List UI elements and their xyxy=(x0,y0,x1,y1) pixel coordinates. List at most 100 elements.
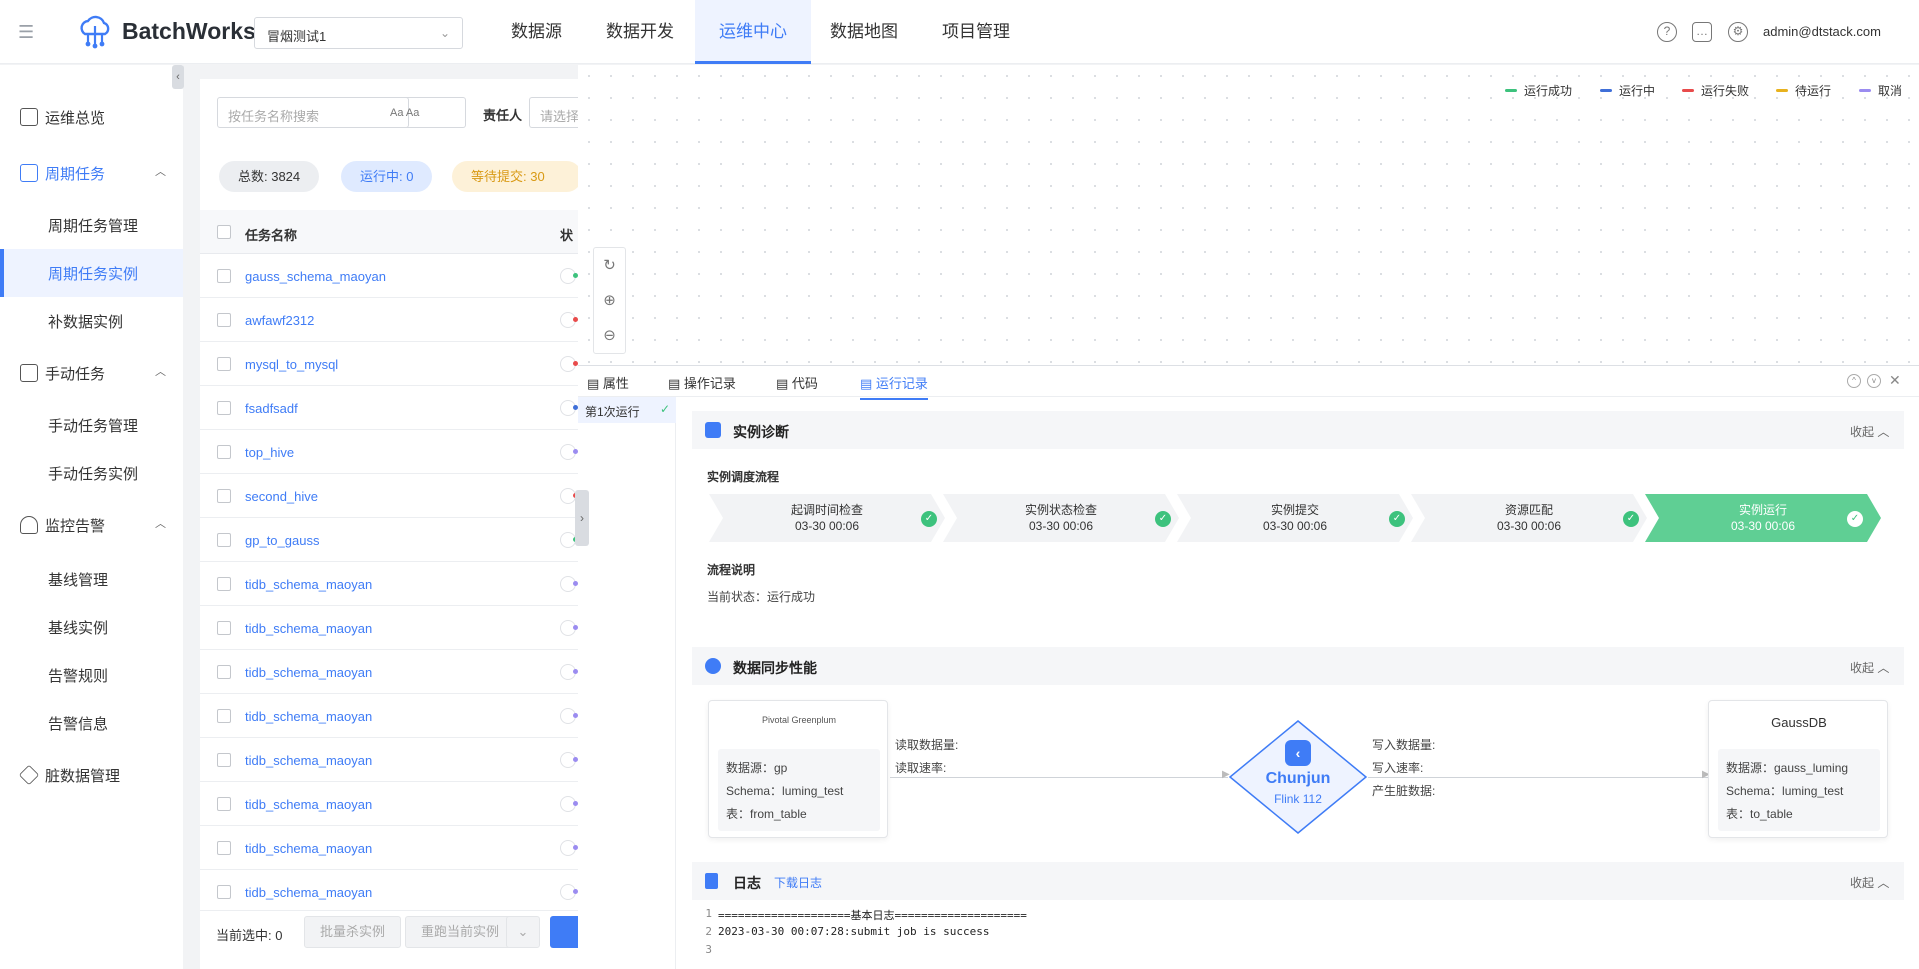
task-name-link[interactable]: tidb_schema_maoyan xyxy=(245,753,372,768)
case-option[interactable]: Aa xyxy=(406,107,419,119)
sidebar-item-alarm-info[interactable]: 告警信息 xyxy=(48,713,108,734)
table-row[interactable]: awfawf2312 xyxy=(200,298,580,342)
task-name-link[interactable]: gp_to_gauss xyxy=(245,533,319,548)
table-row[interactable]: tidb_schema_maoyan xyxy=(200,826,580,870)
sidebar-item-backfill-instance[interactable]: 补数据实例 xyxy=(48,311,123,332)
target-node[interactable]: GaussDB 数据源：gauss_luming Schema：luming_t… xyxy=(1708,700,1888,838)
table-row[interactable]: mysql_to_mysql xyxy=(200,342,580,386)
tab-run-records[interactable]: ▤ 运行记录 xyxy=(860,373,928,400)
batch-kill-button[interactable]: 批量杀实例 xyxy=(304,916,402,948)
row-checkbox[interactable] xyxy=(217,885,231,899)
table-row[interactable]: tidb_schema_maoyan xyxy=(200,562,580,606)
row-checkbox[interactable] xyxy=(217,445,231,459)
download-log-link[interactable]: 下载日志 xyxy=(774,874,822,891)
diagnosis-collapse[interactable]: 收起 ︿ xyxy=(1850,423,1889,440)
nav-datasource[interactable]: 数据源 xyxy=(487,0,586,64)
rerun-dropdown-icon[interactable]: ⌄ xyxy=(506,916,540,948)
sidebar-item-baseline-mgmt[interactable]: 基线管理 xyxy=(48,569,108,590)
table-row[interactable]: tidb_schema_maoyan xyxy=(200,606,580,650)
nav-ops-center[interactable]: 运维中心 xyxy=(695,0,811,64)
sidebar-item-periodic-mgmt[interactable]: 周期任务管理 xyxy=(48,215,138,236)
panel-drag-handle-icon[interactable]: › xyxy=(575,490,589,546)
refresh-icon[interactable]: ↻ xyxy=(594,248,625,283)
collapse-up-icon[interactable]: ^ xyxy=(1847,374,1861,388)
task-name-link[interactable]: tidb_schema_maoyan xyxy=(245,665,372,680)
row-checkbox[interactable] xyxy=(217,753,231,767)
sidebar-item-periodic-instance[interactable]: 周期任务实例 xyxy=(48,263,138,284)
sidebar-group-overview[interactable]: 运维总览 xyxy=(20,107,105,128)
task-name-link[interactable]: second_hive xyxy=(245,489,318,504)
table-row[interactable]: tidb_schema_maoyan xyxy=(200,782,580,826)
row-checkbox[interactable] xyxy=(217,269,231,283)
task-name-link[interactable]: mysql_to_mysql xyxy=(245,357,338,372)
task-name-link[interactable]: awfawf2312 xyxy=(245,313,314,328)
user-account[interactable]: admin@dtstack.com xyxy=(1763,24,1881,39)
sidebar-item-manual-instance[interactable]: 手动任务实例 xyxy=(48,463,138,484)
sidebar-group-dirty-data[interactable]: 脏数据管理 xyxy=(18,764,120,786)
row-checkbox[interactable] xyxy=(217,841,231,855)
table-row[interactable]: tidb_schema_maoyan xyxy=(200,738,580,782)
source-node[interactable]: Pivotal Greenplum 数据源：gp Schema：luming_t… xyxy=(708,700,888,838)
table-row[interactable]: gp_to_gauss xyxy=(200,518,580,562)
nav-data-map[interactable]: 数据地图 xyxy=(806,0,922,64)
table-row[interactable]: tidb_schema_maoyan xyxy=(200,650,580,694)
sync-collapse[interactable]: 收起 ︿ xyxy=(1850,659,1889,676)
zoom-out-icon[interactable]: ⊖ xyxy=(594,318,625,353)
sidebar-item-baseline-instance[interactable]: 基线实例 xyxy=(48,617,108,638)
log-collapse[interactable]: 收起 ︿ xyxy=(1850,874,1889,891)
stat-running[interactable]: 运行中: 0 xyxy=(341,161,433,192)
message-icon[interactable]: … xyxy=(1692,22,1712,42)
row-checkbox[interactable] xyxy=(217,489,231,503)
task-name-link[interactable]: tidb_schema_maoyan xyxy=(245,841,372,856)
row-checkbox[interactable] xyxy=(217,577,231,591)
row-checkbox[interactable] xyxy=(217,357,231,371)
sidebar-item-alarm-rules[interactable]: 告警规则 xyxy=(48,665,108,686)
row-checkbox[interactable] xyxy=(217,313,231,327)
dag-canvas[interactable] xyxy=(578,65,1919,365)
task-name-link[interactable]: gauss_schema_maoyan xyxy=(245,269,386,284)
log-viewer[interactable]: 1 ====================基本日志==============… xyxy=(692,903,1904,969)
search-input[interactable]: 按任务名称搜索 xyxy=(217,97,409,128)
sidebar-item-manual-mgmt[interactable]: 手动任务管理 xyxy=(48,415,138,436)
row-checkbox[interactable] xyxy=(217,665,231,679)
gear-icon[interactable]: ⚙ xyxy=(1728,22,1748,42)
stat-total[interactable]: 总数: 3824 xyxy=(219,161,320,192)
table-row[interactable]: tidb_schema_maoyan xyxy=(200,694,580,738)
menu-toggle-icon[interactable]: ☰ xyxy=(18,22,38,42)
task-name-link[interactable]: tidb_schema_maoyan xyxy=(245,621,372,636)
table-row[interactable]: tidb_schema_maoyan xyxy=(200,870,580,914)
project-select[interactable]: 冒烟测试1 ⌄ xyxy=(254,17,463,49)
nav-project-mgmt[interactable]: 项目管理 xyxy=(918,0,1034,64)
table-row[interactable]: top_hive xyxy=(200,430,580,474)
primary-action-button[interactable] xyxy=(550,916,580,948)
nav-data-dev[interactable]: 数据开发 xyxy=(582,0,698,64)
task-name-link[interactable]: tidb_schema_maoyan xyxy=(245,885,372,900)
zoom-in-icon[interactable]: ⊕ xyxy=(594,283,625,318)
case-option[interactable]: Aa xyxy=(390,107,403,119)
sidebar-group-manual[interactable]: 手动任务 ︿ xyxy=(20,363,166,384)
sidebar-collapse-icon[interactable]: ‹ xyxy=(172,65,184,89)
help-icon[interactable]: ? xyxy=(1657,22,1677,42)
expand-down-icon[interactable]: v xyxy=(1867,374,1881,388)
row-checkbox[interactable] xyxy=(217,533,231,547)
case-toggle[interactable]: Aa Aa xyxy=(386,97,466,128)
table-row[interactable]: fsadfsadf xyxy=(200,386,580,430)
run-item[interactable]: 第1次运行 ✓ xyxy=(578,397,676,423)
row-checkbox[interactable] xyxy=(217,621,231,635)
tab-properties[interactable]: ▤ 属性 xyxy=(587,373,629,392)
tab-code[interactable]: ▤ 代码 xyxy=(776,373,818,392)
task-name-link[interactable]: tidb_schema_maoyan xyxy=(245,797,372,812)
sidebar-group-periodic[interactable]: 周期任务 ︿ xyxy=(20,163,166,184)
tab-operation-log[interactable]: ▤ 操作记录 xyxy=(668,373,736,392)
task-name-link[interactable]: tidb_schema_maoyan xyxy=(245,577,372,592)
table-row[interactable]: second_hive xyxy=(200,474,580,518)
task-name-link[interactable]: top_hive xyxy=(245,445,294,460)
row-checkbox[interactable] xyxy=(217,401,231,415)
select-all-checkbox[interactable] xyxy=(217,225,231,239)
table-row[interactable]: gauss_schema_maoyan xyxy=(200,254,580,298)
row-checkbox[interactable] xyxy=(217,797,231,811)
row-checkbox[interactable] xyxy=(217,709,231,723)
task-name-link[interactable]: tidb_schema_maoyan xyxy=(245,709,372,724)
task-name-link[interactable]: fsadfsadf xyxy=(245,401,298,416)
stat-waiting[interactable]: 等待提交: 30 xyxy=(452,161,582,192)
